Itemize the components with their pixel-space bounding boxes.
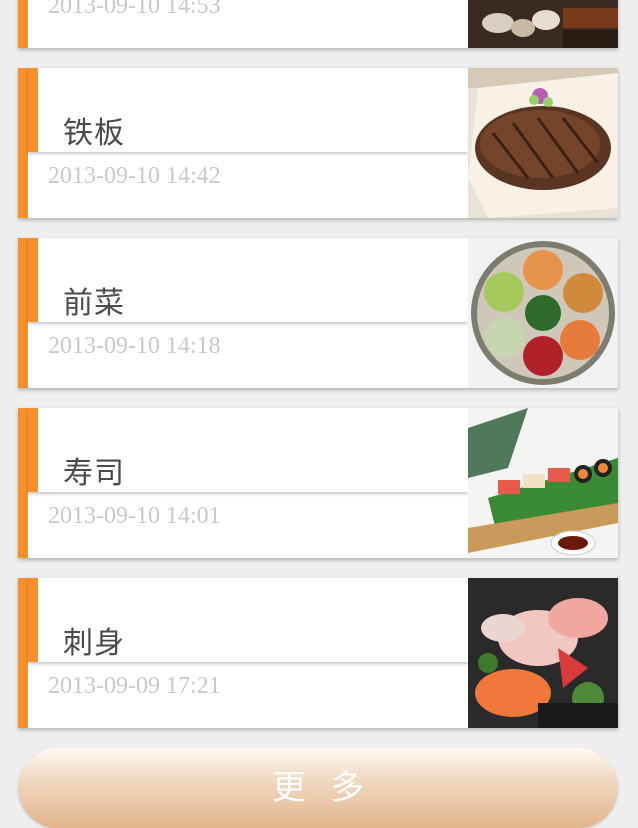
item-timestamp: 2013-09-10 14:53 xyxy=(48,0,221,19)
list-item[interactable]: 前菜 2013-09-10 14:18 xyxy=(18,238,618,388)
title-accent xyxy=(28,408,38,492)
item-title: 前菜 xyxy=(63,286,125,321)
accent-bar xyxy=(18,68,28,218)
list-item[interactable]: 铁板 2013-09-10 14:42 xyxy=(18,68,618,218)
load-more-button[interactable]: 更多 xyxy=(18,748,618,828)
article-list: 2013-09-10 14:53 铁板 2013-09-10 14:42 前菜 … xyxy=(0,0,638,828)
title-accent xyxy=(28,578,38,662)
item-title: 刺身 xyxy=(63,626,125,661)
item-timestamp: 2013-09-10 14:18 xyxy=(48,333,221,359)
accent-bar xyxy=(18,0,28,48)
item-timestamp: 2013-09-10 14:42 xyxy=(48,163,221,189)
accent-bar xyxy=(18,238,28,388)
steak-image[interactable] xyxy=(468,68,618,218)
appetizer-platter-image[interactable] xyxy=(468,238,618,388)
sushi-image[interactable] xyxy=(468,408,618,558)
item-timestamp: 2013-09-10 14:01 xyxy=(48,503,221,529)
title-accent xyxy=(28,238,38,322)
list-item[interactable]: 刺身 2013-09-09 17:21 xyxy=(18,578,618,728)
item-title: 铁板 xyxy=(63,116,125,151)
title-block: 寿司 xyxy=(28,408,468,492)
list-item[interactable]: 2013-09-10 14:53 xyxy=(18,0,618,48)
accent-bar xyxy=(18,408,28,558)
sashimi-image[interactable] xyxy=(468,578,618,728)
list-item[interactable]: 寿司 2013-09-10 14:01 xyxy=(18,408,618,558)
title-block: 前菜 xyxy=(28,238,468,322)
title-block: 刺身 xyxy=(28,578,468,662)
title-accent xyxy=(28,68,38,152)
item-title: 寿司 xyxy=(63,456,125,491)
item-timestamp: 2013-09-09 17:21 xyxy=(48,673,221,699)
title-block: 铁板 xyxy=(28,68,468,152)
accent-bar xyxy=(18,578,28,728)
food-platter-image[interactable] xyxy=(468,0,618,48)
